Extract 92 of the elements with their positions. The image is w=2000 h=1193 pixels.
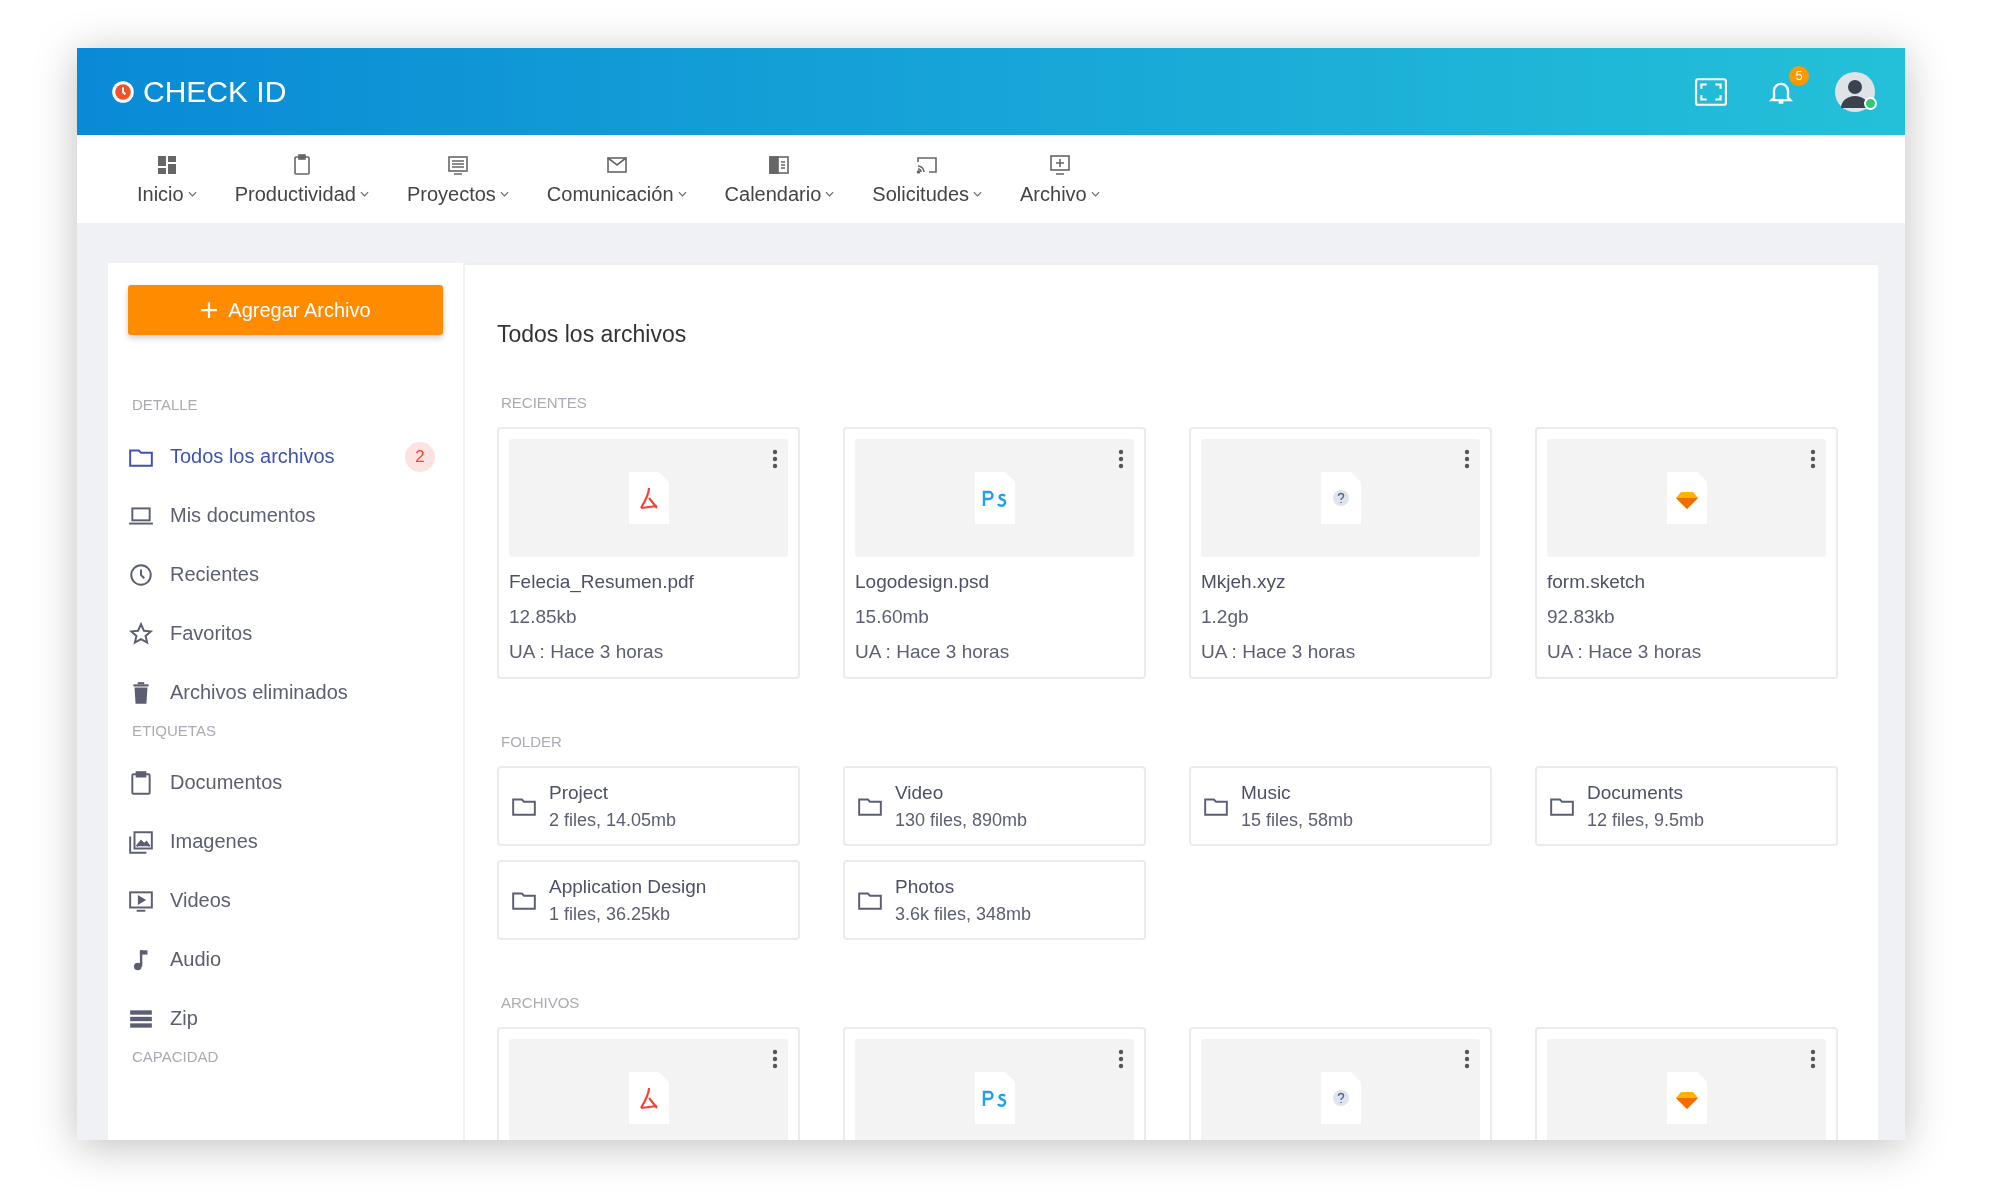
diamond-file-icon bbox=[1666, 1072, 1707, 1124]
file-size: 12.85kb bbox=[509, 606, 578, 628]
caret-icon bbox=[187, 191, 197, 197]
add-box-icon bbox=[1047, 152, 1072, 177]
folder-info: 130 files, 890mb bbox=[895, 809, 1028, 831]
user-avatar[interactable] bbox=[1835, 71, 1875, 112]
folder-name: Video bbox=[895, 781, 945, 804]
folder-card[interactable]: Documents 12 files, 9.5mb bbox=[1535, 766, 1838, 846]
sidebar-item[interactable]: Mis documentos bbox=[128, 486, 443, 545]
file-card[interactable]: Mkjeh.xyz 1.2gb UA : Hace 3 horas bbox=[1189, 427, 1492, 679]
diamond-file-icon bbox=[1666, 472, 1707, 524]
unknown-file-icon bbox=[1320, 472, 1361, 524]
sidebar-item[interactable]: Favoritos bbox=[128, 604, 443, 663]
folder-card[interactable]: Application Design 1 files, 36.25kb bbox=[497, 860, 800, 940]
logo-icon bbox=[111, 79, 135, 104]
folder-info: 15 files, 58mb bbox=[1241, 809, 1354, 831]
more-options-icon[interactable] bbox=[1464, 1049, 1470, 1069]
caret-icon bbox=[359, 191, 369, 197]
nav-menu[interactable]: Comunicación bbox=[534, 135, 699, 223]
more-options-icon[interactable] bbox=[1118, 449, 1124, 469]
folder-name: Music bbox=[1241, 781, 1292, 804]
notification-badge: 5 bbox=[1789, 65, 1809, 86]
section-heading: CAPACIDAD bbox=[132, 1048, 220, 1065]
sidebar-item[interactable]: Archivos eliminados bbox=[128, 663, 443, 722]
more-options-icon[interactable] bbox=[772, 1049, 778, 1069]
pdf-file-icon bbox=[628, 472, 669, 524]
file-name: Logodesign.psd bbox=[855, 571, 991, 593]
nav-menu[interactable]: Inicio bbox=[125, 135, 209, 223]
file-updated: UA : Hace 3 horas bbox=[1547, 641, 1703, 663]
file-card[interactable]: Felecia_Resumen.pdf 12.85kb UA : Hace 3 horas bbox=[497, 427, 800, 679]
folder-card[interactable]: Project 2 files, 14.05mb bbox=[497, 766, 800, 846]
image-icon bbox=[128, 828, 154, 855]
clock-icon bbox=[128, 561, 154, 588]
folder-info: 2 files, 14.05mb bbox=[549, 809, 677, 831]
folder-card[interactable]: Photos 3.6k files, 348mb bbox=[843, 860, 1146, 940]
folder-name: Application Design bbox=[549, 875, 707, 898]
folder-name: Photos bbox=[895, 875, 956, 898]
caret-icon bbox=[825, 191, 835, 197]
caret-icon bbox=[973, 191, 982, 197]
section-heading: ETIQUETAS bbox=[132, 722, 217, 739]
folder-card[interactable]: Music 15 files, 58mb bbox=[1189, 766, 1492, 846]
plus-icon bbox=[200, 301, 219, 319]
photoshop-file-icon bbox=[974, 472, 1015, 524]
sidebar-item[interactable]: Audio bbox=[128, 930, 443, 989]
page-title: Todos los archivos bbox=[497, 321, 688, 348]
sidebar-item[interactable]: Documentos bbox=[128, 753, 443, 812]
more-options-icon[interactable] bbox=[1118, 1049, 1124, 1069]
file-name: form.sketch bbox=[1547, 571, 1647, 593]
file-size: 1.2gb bbox=[1201, 606, 1250, 628]
sidebar-item[interactable]: Todos los archivos 2 bbox=[128, 427, 443, 486]
section-heading: RECIENTES bbox=[501, 394, 588, 411]
section-heading: ARCHIVOS bbox=[501, 994, 581, 1011]
section-heading: DETALLE bbox=[132, 396, 199, 413]
nav-menu[interactable]: Productividad bbox=[222, 135, 381, 223]
caret-icon bbox=[499, 191, 509, 197]
folder-name: Project bbox=[549, 781, 610, 804]
folder-info: 1 files, 36.25kb bbox=[549, 903, 672, 925]
sidebar-item[interactable]: Videos bbox=[128, 871, 443, 930]
section-heading: FOLDER bbox=[501, 733, 563, 750]
file-card[interactable]: Logodesign.psd 15.60mb UA : Hace 3 horas bbox=[843, 427, 1146, 679]
sidebar-item[interactable]: Recientes bbox=[128, 545, 443, 604]
more-options-icon[interactable] bbox=[1810, 1049, 1816, 1069]
file-name: Felecia_Resumen.pdf bbox=[509, 571, 695, 593]
app-logo: CHECK ID bbox=[143, 74, 287, 109]
nav-menu[interactable]: Solicitudes bbox=[860, 135, 994, 223]
more-options-icon[interactable] bbox=[1810, 449, 1816, 469]
pdf-file-icon bbox=[628, 1072, 669, 1124]
file-card[interactable]: form.sketch 92.83kb UA : Hace 3 horas bbox=[1535, 427, 1838, 679]
nav-menu[interactable]: Archivo bbox=[1008, 135, 1112, 223]
count-badge: 2 bbox=[405, 441, 435, 472]
clipboard-icon bbox=[128, 769, 154, 796]
caret-icon bbox=[1090, 191, 1100, 197]
file-name: Mkjeh.xyz bbox=[1201, 571, 1287, 593]
file-updated: UA : Hace 3 horas bbox=[1201, 641, 1357, 663]
nav-menu[interactable]: Proyectos bbox=[394, 135, 521, 223]
file-size: 92.83kb bbox=[1547, 606, 1616, 628]
nav-menu[interactable]: Calendario bbox=[712, 135, 847, 223]
sidebar-item[interactable]: Imagenes bbox=[128, 812, 443, 871]
caret-icon bbox=[677, 191, 687, 197]
unknown-file-icon bbox=[1320, 1072, 1361, 1124]
more-options-icon[interactable] bbox=[772, 449, 778, 469]
photoshop-file-icon bbox=[974, 1072, 1015, 1124]
sidebar-item[interactable]: Zip bbox=[128, 989, 443, 1048]
file-updated: UA : Hace 3 horas bbox=[509, 641, 665, 663]
folder-info: 3.6k files, 348mb bbox=[895, 903, 1032, 925]
star-icon bbox=[128, 620, 154, 647]
folder-info: 12 files, 9.5mb bbox=[1587, 809, 1705, 831]
folder-card[interactable]: Video 130 files, 890mb bbox=[843, 766, 1146, 846]
file-size: 15.60mb bbox=[855, 606, 930, 628]
file-updated: UA : Hace 3 horas bbox=[855, 641, 1011, 663]
folder-name: Documents bbox=[1587, 781, 1685, 804]
more-options-icon[interactable] bbox=[1464, 449, 1470, 469]
